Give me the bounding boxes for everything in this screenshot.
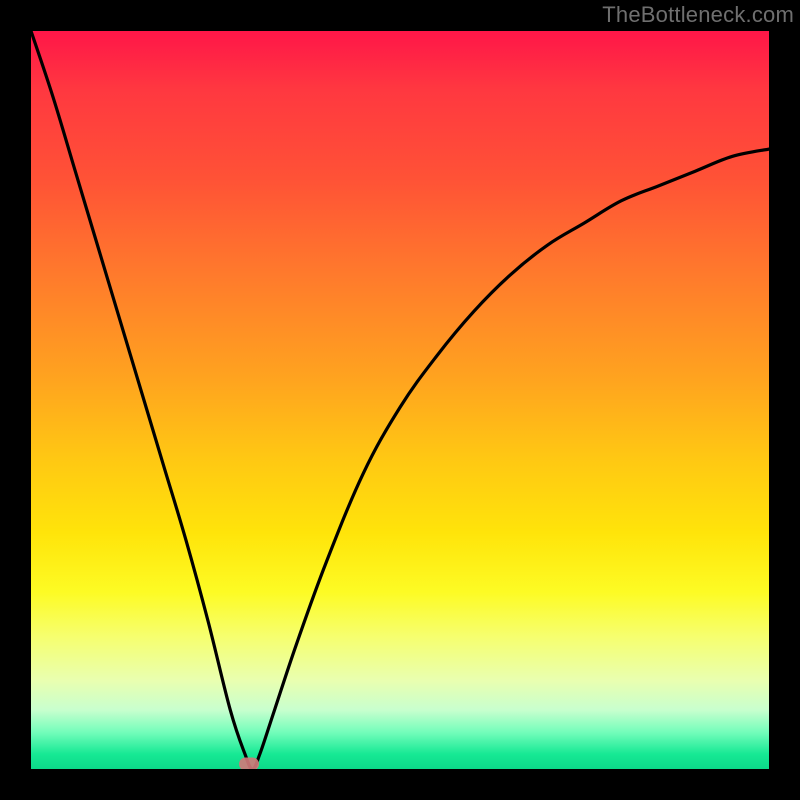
watermark-text: TheBottleneck.com <box>602 2 794 28</box>
minimum-marker <box>239 757 259 769</box>
plot-area <box>31 31 769 769</box>
bottleneck-curve <box>31 31 769 769</box>
chart-frame: TheBottleneck.com <box>0 0 800 800</box>
